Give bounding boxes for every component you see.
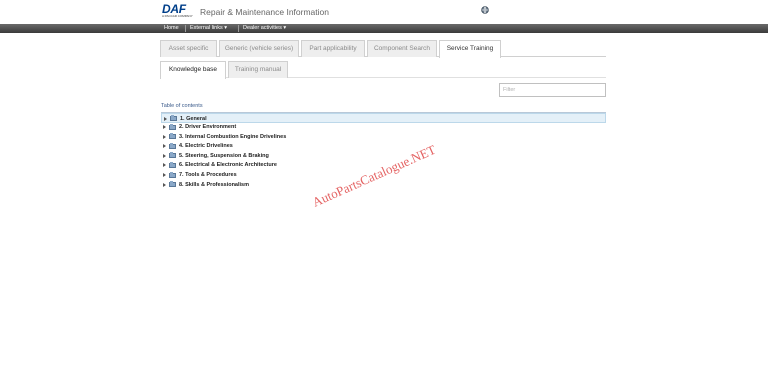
tab-service-training[interactable]: Service Training (439, 40, 501, 58)
toc-item-label[interactable]: 6. Electrical & Electronic Architecture (179, 162, 277, 168)
folder-icon (169, 161, 176, 168)
tab-knowledge-base[interactable]: Knowledge base (160, 61, 226, 79)
sub-tabs: Knowledge base Training manual (160, 61, 606, 79)
expand-arrow-icon[interactable] (163, 182, 166, 187)
daf-logo[interactable]: DAF A PACCAR COMPANY (162, 2, 193, 20)
expand-arrow-icon[interactable] (163, 153, 166, 158)
toc-item-label[interactable]: 7. Tools & Procedures (179, 172, 237, 178)
nav-external-links[interactable]: External links ▾ (187, 24, 230, 33)
logo-text: DAF (162, 2, 186, 16)
tab-part-applicability[interactable]: Part applicability (301, 40, 365, 57)
logo-subtext: A PACCAR COMPANY (162, 14, 193, 18)
tab-asset-specific[interactable]: Asset specific (160, 40, 217, 57)
toc-item-label[interactable]: 5. Steering, Suspension & Braking (179, 153, 269, 159)
toc-item[interactable]: 2. Driver Environment (161, 123, 606, 133)
toc-item[interactable]: 5. Steering, Suspension & Braking (161, 151, 606, 161)
tab-component-search[interactable]: Component Search (367, 40, 437, 57)
toc-item[interactable]: 3. Internal Combustion Engine Drivelines (161, 132, 606, 142)
app-header: DAF A PACCAR COMPANY Repair & Maintenanc… (0, 0, 768, 24)
toc-item-label[interactable]: 8. Skills & Professionalism (179, 182, 249, 188)
folder-icon (169, 142, 176, 149)
toc-item-label[interactable]: 3. Internal Combustion Engine Drivelines (179, 134, 286, 140)
expand-arrow-icon[interactable] (163, 125, 166, 130)
toc-item-label[interactable]: 1. General (180, 116, 207, 122)
expand-arrow-icon[interactable] (163, 173, 166, 178)
nav-home[interactable]: Home (161, 24, 182, 33)
folder-icon (169, 171, 176, 178)
main-tabs: Asset specific Generic (vehicle series) … (160, 40, 606, 58)
toc-item-label[interactable]: 2. Driver Environment (179, 124, 236, 130)
toc-title: Table of contents (161, 103, 203, 109)
globe-icon[interactable] (481, 6, 489, 14)
folder-icon (170, 115, 177, 121)
folder-icon (169, 133, 176, 140)
expand-arrow-icon[interactable] (164, 116, 167, 121)
expand-arrow-icon[interactable] (163, 144, 166, 149)
folder-icon (169, 123, 176, 130)
toc-item[interactable]: 4. Electric Drivelines (161, 142, 606, 152)
expand-arrow-icon[interactable] (163, 163, 166, 168)
tab-training-manual[interactable]: Training manual (228, 61, 288, 78)
filter-input[interactable] (499, 83, 606, 97)
expand-arrow-icon[interactable] (163, 134, 166, 139)
nav-separator (185, 25, 186, 32)
toc-item-label[interactable]: 4. Electric Drivelines (179, 143, 233, 149)
toc-item[interactable]: 8. Skills & Professionalism (161, 180, 606, 190)
app-title: Repair & Maintenance Information (200, 7, 329, 17)
top-navbar: Home External links ▾ Dealer activities … (0, 24, 768, 33)
nav-separator (238, 25, 239, 32)
nav-dealer-activities[interactable]: Dealer activities ▾ (240, 24, 289, 33)
folder-icon (169, 152, 176, 159)
toc-item[interactable]: 1. General (161, 113, 606, 123)
folder-icon (169, 181, 176, 188)
tab-generic-vehicle-series[interactable]: Generic (vehicle series) (219, 40, 299, 57)
